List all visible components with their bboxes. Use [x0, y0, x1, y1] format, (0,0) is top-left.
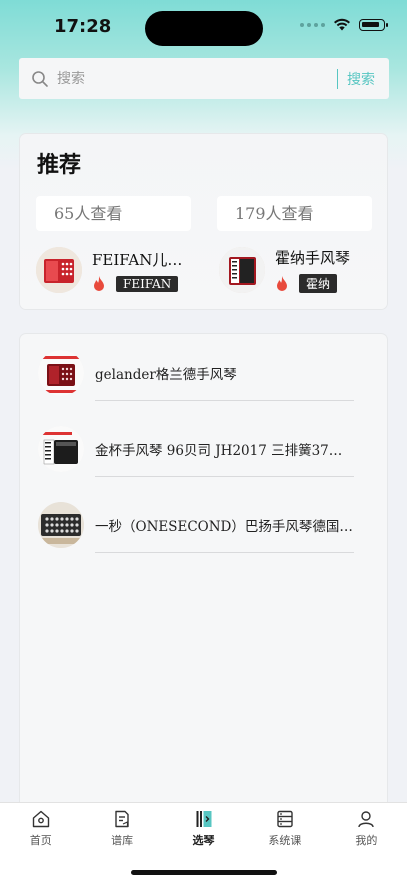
tab-bar: 首页 谱库 选琴 系统课 我的 — [0, 802, 407, 853]
product-title: 金杯手风琴 96贝司 JH2017 三排簧37键 … — [95, 443, 353, 459]
tab-label: 首页 — [29, 834, 52, 847]
search-button[interactable]: 搜索 — [338, 69, 389, 89]
tab-home[interactable]: 首页 — [0, 803, 81, 853]
recommend-title: 推荐 — [37, 153, 82, 178]
list-item[interactable]: gelander格兰德手风琴 — [38, 350, 355, 401]
home-indicator[interactable] — [131, 870, 277, 875]
view-count: 65人查看 — [36, 196, 191, 231]
product-title: 一秒（ONESECOND）巴扬手风琴德国… — [95, 519, 353, 535]
piano-icon — [196, 811, 212, 827]
product-title: gelander格兰德手风琴 — [95, 367, 237, 383]
product-list: gelander格兰德手风琴 金杯手风琴 96贝司 JH2017 三排簧37键 … — [20, 334, 387, 814]
tab-piano[interactable]: 选琴 — [163, 803, 244, 853]
brand-tag: FEIFAN — [116, 275, 179, 292]
wifi-icon — [334, 18, 350, 31]
product-image — [36, 247, 82, 293]
product-image — [219, 247, 265, 293]
status-indicators — [300, 18, 388, 31]
product-name: 霍纳手风琴 — [275, 249, 351, 267]
tab-course[interactable]: 系统课 — [244, 803, 325, 853]
recommend-item[interactable]: FEIFAN儿童… FEIFAN — [36, 247, 197, 293]
tab-score[interactable]: 谱库 — [81, 803, 162, 853]
tab-label: 选琴 — [192, 834, 215, 847]
divider — [95, 400, 354, 401]
battery-icon — [359, 18, 388, 31]
divider — [95, 552, 354, 553]
product-image — [38, 350, 84, 396]
product-image — [38, 502, 84, 548]
course-icon — [277, 810, 293, 828]
product-image — [38, 426, 84, 472]
user-icon — [358, 811, 375, 828]
recommend-item[interactable]: 霍纳手风琴 霍纳 — [219, 247, 350, 293]
search-icon — [32, 70, 48, 87]
list-item[interactable]: 金杯手风琴 96贝司 JH2017 三排簧37键 … — [38, 426, 355, 477]
recommend-card: 推荐 65人查看 179人查看 FEIFAN儿童… FEIFAN 霍纳手风琴 霍… — [20, 134, 387, 309]
score-icon — [115, 810, 129, 828]
dynamic-island — [145, 11, 263, 46]
fire-icon — [94, 275, 104, 291]
tab-mine[interactable]: 我的 — [326, 803, 407, 853]
product-name: FEIFAN儿童… — [92, 250, 197, 269]
search-input[interactable] — [55, 69, 337, 88]
tab-label: 系统课 — [268, 834, 302, 847]
brand-tag: 霍纳 — [299, 274, 338, 293]
divider — [95, 476, 354, 477]
status-time: 17:28 — [54, 16, 112, 37]
signal-dots-icon — [300, 22, 325, 27]
list-item[interactable]: 一秒（ONESECOND）巴扬手风琴德国… — [38, 502, 355, 553]
home-icon — [32, 810, 49, 828]
view-count: 179人查看 — [217, 196, 372, 231]
search-bar: 搜索 — [19, 58, 389, 99]
tab-label: 我的 — [355, 834, 378, 847]
home-indicator-area — [0, 852, 407, 883]
fire-icon — [277, 275, 287, 291]
tab-label: 谱库 — [111, 834, 134, 847]
